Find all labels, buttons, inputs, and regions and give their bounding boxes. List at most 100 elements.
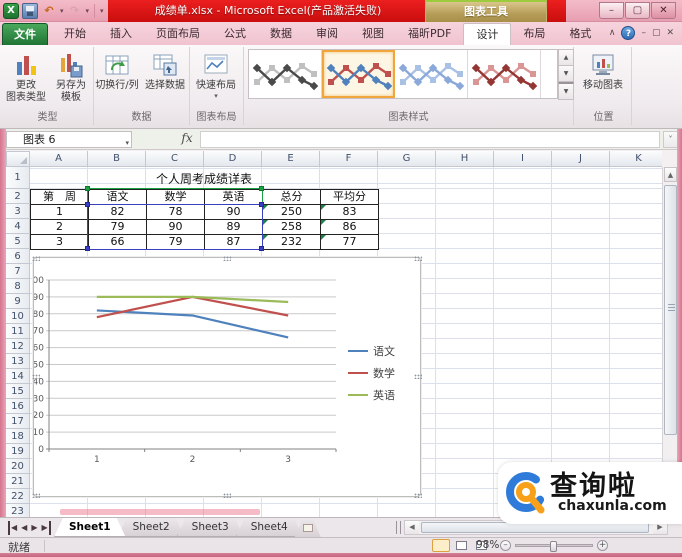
embedded-chart[interactable]: 0102030405060708090100123 语文数学英语: [32, 256, 422, 498]
workbook-minimize-icon[interactable]: –: [641, 28, 646, 38]
row-header-6[interactable]: 6: [6, 249, 30, 264]
row-header-9[interactable]: 9: [6, 294, 30, 309]
select-data-button[interactable]: 选择数据: [142, 50, 188, 112]
data-cell[interactable]: 90: [205, 205, 263, 220]
chart-style-2[interactable]: [322, 50, 395, 98]
tab-splitter[interactable]: [396, 521, 401, 534]
chart-resize-handle[interactable]: [32, 493, 40, 498]
tab-插入[interactable]: 插入: [98, 23, 144, 45]
data-cell[interactable]: 78: [147, 205, 205, 220]
tab-审阅[interactable]: 审阅: [304, 23, 350, 45]
row-header-22[interactable]: 22: [6, 489, 30, 504]
tab-布局[interactable]: 布局: [511, 23, 557, 45]
header-cell[interactable]: 平均分: [321, 190, 379, 205]
data-table[interactable]: 第 周语文 数学 英语 总分 平均分 1 82 78 90 250 83 2 79 90 89 258 86 3 6…: [30, 189, 379, 250]
zoom-track[interactable]: [515, 541, 593, 552]
chart-style-4[interactable]: [468, 50, 541, 98]
normal-view-button[interactable]: [432, 539, 450, 552]
row-header-11[interactable]: 11: [6, 324, 30, 339]
vertical-scroll-thumb[interactable]: [664, 185, 677, 435]
name-box[interactable]: 图表 6 ▾: [6, 131, 132, 148]
column-header-B[interactable]: B: [88, 151, 146, 167]
scroll-up-icon[interactable]: ▲: [664, 167, 677, 182]
row-header-10[interactable]: 10: [6, 309, 30, 324]
chart-resize-handle[interactable]: [223, 256, 231, 261]
insert-worksheet-tab[interactable]: [295, 518, 321, 537]
next-sheet-icon[interactable]: ▶: [31, 521, 37, 535]
chart-resize-handle[interactable]: [223, 493, 231, 498]
column-header-D[interactable]: D: [204, 151, 262, 167]
zoom-thumb[interactable]: [550, 541, 557, 552]
tab-视图[interactable]: 视图: [350, 23, 396, 45]
workbook-restore-icon[interactable]: ▢: [652, 28, 661, 38]
sheet-tab-Sheet4[interactable]: Sheet4: [236, 518, 303, 537]
data-cell[interactable]: 258: [263, 220, 321, 235]
maximize-button[interactable]: ▢: [625, 2, 650, 19]
row-header-23[interactable]: 23: [6, 504, 30, 517]
chart-resize-handle[interactable]: [414, 256, 422, 261]
chart-style-3[interactable]: [395, 50, 468, 98]
column-header-H[interactable]: H: [436, 151, 494, 167]
data-cell[interactable]: 83: [321, 205, 379, 220]
tab-数据[interactable]: 数据: [258, 23, 304, 45]
row-header-13[interactable]: 13: [6, 354, 30, 369]
row-header-4[interactable]: 4: [6, 219, 30, 234]
row-header-8[interactable]: 8: [6, 279, 30, 294]
header-cell[interactable]: 英语: [205, 190, 263, 205]
header-cell[interactable]: 第 周: [31, 190, 89, 205]
row-header-1[interactable]: 1: [6, 167, 30, 189]
column-header-E[interactable]: E: [262, 151, 320, 167]
collapse-ribbon-icon[interactable]: ∧: [609, 28, 616, 38]
row-header-3[interactable]: 3: [6, 204, 30, 219]
redo-dropdown-icon[interactable]: ▾: [86, 7, 90, 15]
page-layout-view-button[interactable]: [452, 539, 470, 552]
range-handle[interactable]: [85, 202, 90, 207]
row-header-20[interactable]: 20: [6, 459, 30, 474]
column-header-F[interactable]: F: [320, 151, 378, 167]
data-cell[interactable]: 2: [31, 220, 89, 235]
insert-function-icon[interactable]: fx: [176, 131, 198, 148]
data-cell[interactable]: 77: [321, 235, 379, 250]
tab-格式[interactable]: 格式: [557, 23, 603, 45]
range-handle[interactable]: [259, 202, 264, 207]
minimize-button[interactable]: –: [599, 2, 624, 19]
row-header-18[interactable]: 18: [6, 429, 30, 444]
name-box-dropdown-icon[interactable]: ▾: [125, 136, 129, 151]
header-cell[interactable]: 数学: [147, 190, 205, 205]
column-header-K[interactable]: K: [610, 151, 662, 167]
data-cell[interactable]: 82: [89, 205, 147, 220]
row-header-12[interactable]: 12: [6, 339, 30, 354]
gallery-scroll-up-icon[interactable]: ▲: [558, 49, 574, 66]
row-header-7[interactable]: 7: [6, 264, 30, 279]
save-as-template-button[interactable]: 另存为 模板: [48, 50, 94, 112]
sheet-tab-Sheet3[interactable]: Sheet3: [177, 518, 244, 537]
formula-bar-expand-icon[interactable]: ˅: [663, 131, 678, 148]
data-cell[interactable]: 87: [205, 235, 263, 250]
header-cell[interactable]: 语文: [89, 190, 147, 205]
header-cell[interactable]: 总分: [263, 190, 321, 205]
data-cell[interactable]: 3: [31, 235, 89, 250]
column-header-I[interactable]: I: [494, 151, 552, 167]
quick-layout-button[interactable]: 快速布局 ▾: [193, 50, 239, 112]
data-cell[interactable]: 89: [205, 220, 263, 235]
row-header-19[interactable]: 19: [6, 444, 30, 459]
row-header-14[interactable]: 14: [6, 369, 30, 384]
zoom-level[interactable]: 98%: [476, 539, 499, 551]
range-handle[interactable]: [85, 186, 90, 191]
tab-页面布局[interactable]: 页面布局: [144, 23, 212, 45]
tab-设计[interactable]: 设计: [463, 23, 512, 45]
prev-sheet-icon[interactable]: ◀: [21, 521, 27, 535]
tab-file[interactable]: 文件: [2, 23, 48, 45]
last-sheet-icon[interactable]: ▶: [41, 521, 51, 535]
scroll-left-icon[interactable]: ◀: [405, 521, 419, 534]
legend-item-英语[interactable]: 英语: [348, 388, 395, 402]
close-button[interactable]: ✕: [651, 2, 676, 19]
sheet-tab-Sheet2[interactable]: Sheet2: [118, 518, 185, 537]
range-handle[interactable]: [259, 186, 264, 191]
data-cell[interactable]: 79: [147, 235, 205, 250]
undo-icon[interactable]: ↶: [41, 3, 57, 19]
gallery-scroll-down-icon[interactable]: ▼: [558, 66, 574, 82]
row-header-17[interactable]: 17: [6, 414, 30, 429]
chart-style-1[interactable]: [249, 50, 322, 98]
legend-item-数学[interactable]: 数学: [348, 366, 395, 380]
